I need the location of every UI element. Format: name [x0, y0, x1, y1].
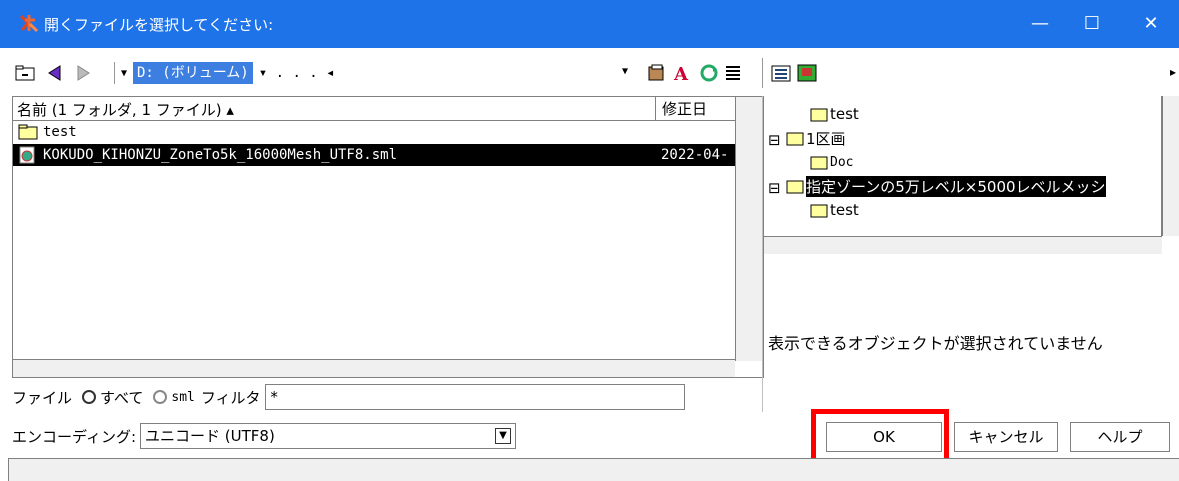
tree-item-label: Doc — [830, 154, 854, 170]
file-type-label: ファイル — [12, 388, 73, 407]
panel-divider[interactable] — [762, 96, 763, 412]
title-bar: 開くファイルを選択してください: — ☐ ✕ — [0, 0, 1179, 48]
column-header-date[interactable]: 修正日 — [655, 97, 735, 121]
folder-icon — [810, 156, 828, 170]
list-icon[interactable] — [722, 63, 744, 83]
file-list-vertical-scrollbar[interactable] — [735, 97, 763, 361]
image-icon[interactable] — [796, 63, 818, 83]
filter-input[interactable]: * — [264, 384, 685, 410]
tree-item-label: 指定ゾーンの5万レベル×5000レベルメッシ — [806, 175, 1106, 197]
folder-icon — [786, 180, 804, 194]
tree-item[interactable]: test — [810, 102, 859, 126]
refresh-icon[interactable] — [698, 63, 720, 83]
list-item[interactable]: test — [13, 121, 735, 143]
tree-item[interactable]: ⊟ 指定ゾーンの5万レベル×5000レベルメッシ — [768, 174, 1106, 198]
encoding-label: エンコーディング: — [12, 427, 137, 446]
status-bar — [8, 458, 1179, 481]
volume-selector[interactable]: D: (ボリューム) — [133, 62, 253, 84]
chevron-down-icon[interactable]: ▼ — [115, 68, 133, 79]
filter-row: ファイル すべて sml フィルタ * — [12, 384, 685, 410]
font-icon[interactable]: A — [672, 63, 694, 83]
file-list-horizontal-scrollbar[interactable] — [13, 359, 735, 377]
dialog-body: ▼ D: (ボリューム) ▾ . . . ◂ ▼ A ▸ 名前 (1 フォルダ,… — [0, 48, 1179, 481]
list-item-name: KOKUDO_KIHONZU_ZoneTo5k_16000Mesh_UTF8.s… — [43, 147, 398, 163]
tree-vertical-scrollbar[interactable] — [1162, 96, 1179, 236]
list-item-name: test — [43, 124, 77, 140]
collapse-icon[interactable]: ⊟ — [768, 179, 784, 197]
path-breadcrumb[interactable]: ▾ . . . ◂ — [253, 65, 335, 81]
toolbar-overflow-icon[interactable]: ▸ — [1170, 65, 1176, 79]
forward-icon[interactable] — [72, 63, 94, 83]
cancel-button[interactable]: キャンセル — [954, 422, 1058, 452]
help-button[interactable]: ヘルプ — [1070, 422, 1170, 452]
folder-up-icon[interactable] — [14, 63, 36, 83]
radio-all-label[interactable]: すべて — [100, 387, 143, 408]
ok-button[interactable]: OK — [826, 422, 942, 452]
details-icon[interactable] — [770, 63, 792, 83]
column-header-name[interactable]: 名前 (1 フォルダ, 1 ファイル) ▴ — [17, 99, 234, 120]
tree-item-label: test — [830, 105, 859, 123]
filter-label: フィルタ — [200, 388, 261, 407]
folder-icon — [18, 124, 38, 140]
list-item-date: 2022-04- — [661, 147, 729, 163]
radio-all[interactable] — [82, 390, 97, 404]
window-title: 開くファイルを選択してください: — [44, 16, 274, 34]
folder-icon — [810, 204, 828, 218]
tree-horizontal-scrollbar[interactable] — [764, 236, 1162, 254]
path-dropdown-icon[interactable]: ▼ — [622, 66, 628, 77]
close-button[interactable]: ✕ — [1123, 0, 1179, 48]
back-icon[interactable] — [44, 63, 66, 83]
tree-item-label: 1区画 — [806, 129, 846, 148]
folder-icon — [786, 132, 804, 146]
tree-item-label: test — [830, 201, 859, 219]
radio-sml-label[interactable]: sml — [171, 390, 194, 405]
collapse-icon[interactable]: ⊟ — [768, 131, 784, 149]
maximize-button[interactable]: ☐ — [1064, 0, 1120, 48]
encoding-value: ユニコード (UTF8) — [145, 427, 275, 445]
tree-item[interactable]: Doc — [810, 150, 853, 174]
tree-item[interactable]: test — [810, 198, 859, 222]
no-object-message: 表示できるオブジェクトが選択されていません — [768, 334, 1103, 353]
file-list: 名前 (1 フォルダ, 1 ファイル) ▴ 修正日 test KOKUDO_KI… — [12, 96, 764, 378]
app-icon — [19, 14, 39, 33]
radio-sml[interactable] — [153, 390, 168, 404]
folder-icon — [810, 108, 828, 122]
open-folder-icon[interactable] — [646, 63, 668, 83]
tree-item[interactable]: ⊟ 1区画 — [768, 126, 846, 150]
sml-file-icon — [19, 146, 35, 164]
toolbar: ▼ D: (ボリューム) ▾ . . . ◂ ▼ A ▸ — [0, 48, 1179, 96]
svg-text:A: A — [673, 64, 689, 83]
folder-tree: test ⊟ 1区画 Doc ⊟ 指定ゾーンの5万レベル×5000レベルメッシ … — [764, 96, 1162, 236]
volume-path-combo[interactable]: ▼ D: (ボリューム) ▾ . . . ◂ ▼ — [114, 62, 632, 84]
list-item[interactable]: KOKUDO_KIHONZU_ZoneTo5k_16000Mesh_UTF8.s… — [13, 144, 735, 166]
file-list-header: 名前 (1 フォルダ, 1 ファイル) ▴ 修正日 — [13, 97, 735, 121]
toolbar-divider — [762, 58, 763, 88]
encoding-select[interactable]: ユニコード (UTF8) ▼ — [140, 423, 517, 449]
encoding-row: エンコーディング: ユニコード (UTF8) ▼ — [12, 422, 517, 450]
minimize-button[interactable]: — — [1012, 0, 1068, 48]
chevron-down-icon[interactable]: ▼ — [495, 428, 512, 444]
